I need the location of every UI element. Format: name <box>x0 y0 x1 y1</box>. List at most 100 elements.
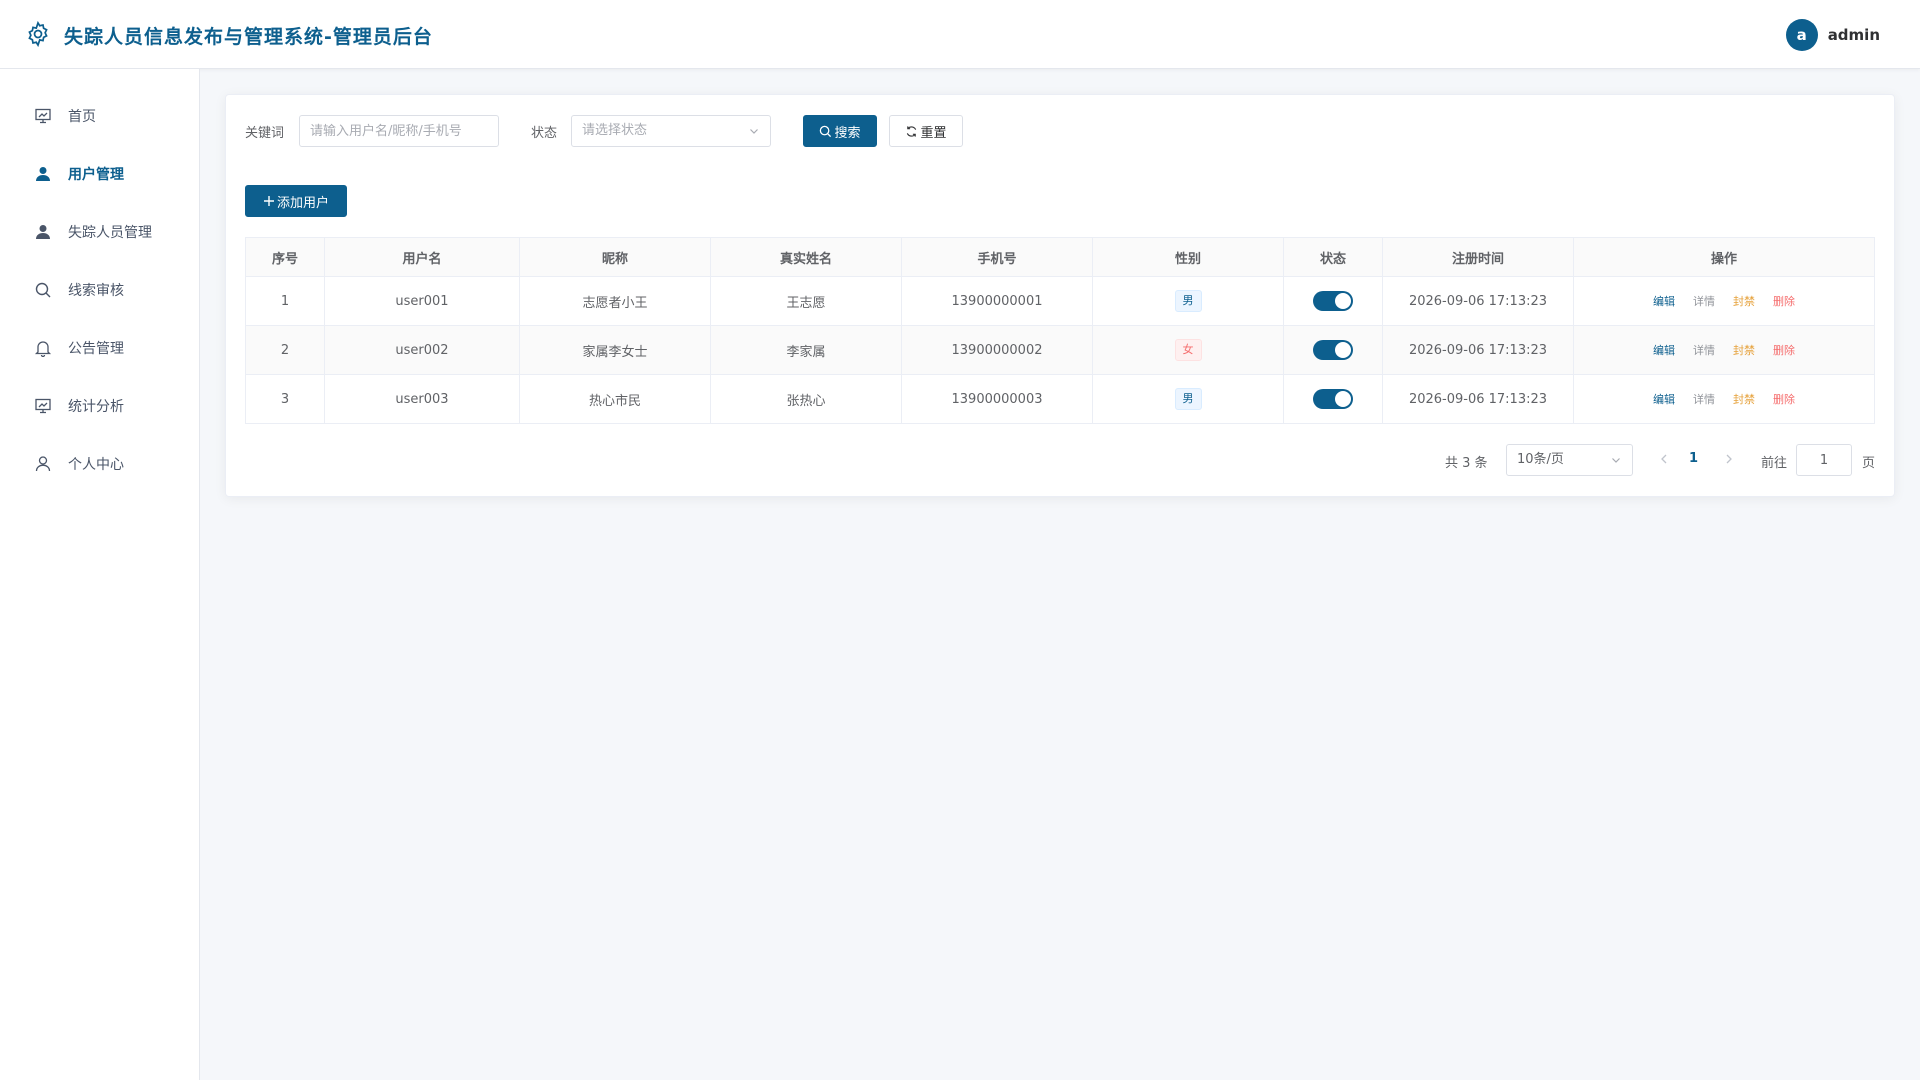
page-size-value: 10条/页 <box>1517 452 1564 467</box>
refresh-icon <box>907 125 917 137</box>
bell-icon <box>34 341 52 357</box>
cell-status <box>1284 326 1383 374</box>
column-header: 用户名 <box>325 238 520 276</box>
sidebar-item-statistics[interactable]: 统计分析 <box>0 382 199 430</box>
user-table: 序号 用户名 昵称 真实姓名 手机号 性别 状态 注册时间 操作 1 user0… <box>245 237 1875 424</box>
status-select-placeholder: 请选择状态 <box>582 123 648 138</box>
column-header: 性别 <box>1093 238 1284 276</box>
cell-phone: 13900000001 <box>902 277 1093 325</box>
column-header: 真实姓名 <box>711 238 902 276</box>
chevron-down-icon <box>750 129 758 134</box>
chevron-left-icon[interactable] <box>1657 451 1671 467</box>
column-header: 操作 <box>1710 251 1737 267</box>
reset-button[interactable]: 重置 <box>889 115 963 147</box>
goto-label: 前往 <box>1761 456 1788 471</box>
cell-username: user003 <box>325 375 520 423</box>
cell-status <box>1284 277 1383 325</box>
top-header: 失踪人员信息发布与管理系统-管理员后台 a admin <box>0 0 1920 69</box>
sidebar-item-label: 用户管理 <box>68 167 124 183</box>
detail-link[interactable]: 详情 <box>1693 293 1715 309</box>
sidebar: 首页 用户管理 失踪人员管理 线索审核 公告管理 统计分析 个人中心 <box>0 69 200 1080</box>
cell-gender: 女 <box>1093 326 1284 374</box>
cell-realname: 张热心 <box>711 375 902 423</box>
status-label: 状态 <box>531 126 558 141</box>
edit-link[interactable]: 编辑 <box>1653 342 1675 358</box>
add-user-button[interactable]: 添加用户 <box>245 185 347 217</box>
sidebar-item-label: 公告管理 <box>68 341 124 357</box>
column-header: 注册时间 <box>1383 238 1574 276</box>
sidebar-item-home[interactable]: 首页 <box>0 92 199 140</box>
cell-registered: 2026-09-06 17:13:23 <box>1383 326 1574 374</box>
username[interactable]: admin <box>1828 26 1880 44</box>
delete-link[interactable]: 删除 <box>1773 342 1795 358</box>
cell-gender: 男 <box>1093 277 1284 325</box>
table-header: 序号 用户名 昵称 真实姓名 手机号 性别 状态 注册时间 操作 <box>246 238 1874 277</box>
status-toggle[interactable] <box>1313 291 1353 311</box>
column-header: 手机号 <box>902 238 1093 276</box>
chart-icon <box>35 398 51 414</box>
cell-actions: 编辑 详情 封禁 删除 <box>1574 277 1874 325</box>
plus-icon <box>263 196 274 206</box>
ban-link[interactable]: 封禁 <box>1733 391 1755 407</box>
gender-tag: 女 <box>1174 339 1202 361</box>
cell-actions: 编辑 详情 封禁 删除 <box>1574 375 1874 423</box>
cell-nickname: 志愿者小王 <box>520 277 711 325</box>
sidebar-item-label: 线索审核 <box>68 283 124 299</box>
sidebar-item-notices[interactable]: 公告管理 <box>0 324 199 372</box>
avatar[interactable]: a <box>1785 18 1818 51</box>
cell-phone: 13900000003 <box>902 375 1093 423</box>
cell-gender: 男 <box>1093 375 1284 423</box>
sidebar-item-clues[interactable]: 线索审核 <box>0 266 199 314</box>
cell-actions: 编辑 详情 封禁 删除 <box>1574 326 1874 374</box>
search-button[interactable]: 搜索 <box>803 115 877 147</box>
toggle-knob <box>1335 293 1351 309</box>
app-title: 失踪人员信息发布与管理系统-管理员后台 <box>64 26 433 48</box>
detail-link[interactable]: 详情 <box>1693 342 1715 358</box>
user-menu[interactable]: a admin <box>1785 18 1880 51</box>
person-icon <box>36 225 50 239</box>
search-icon <box>35 282 51 298</box>
chevron-right-icon[interactable] <box>1722 451 1736 467</box>
reset-button-label: 重置 <box>920 125 947 141</box>
table-row: 2 user002 家属李女士 李家属 13900000002 女 2026-0… <box>246 326 1874 375</box>
sidebar-item-label: 首页 <box>68 109 96 125</box>
page-size-select[interactable]: 10条/页 <box>1506 444 1633 476</box>
page-number-current[interactable]: 1 <box>1689 451 1698 466</box>
cell-index: 1 <box>246 277 325 325</box>
cell-nickname: 家属李女士 <box>520 326 711 374</box>
column-header: 状态 <box>1284 238 1383 276</box>
status-toggle[interactable] <box>1313 340 1353 360</box>
dashboard-icon <box>35 108 51 124</box>
sidebar-item-profile[interactable]: 个人中心 <box>0 440 199 488</box>
toggle-knob <box>1335 342 1351 358</box>
ban-link[interactable]: 封禁 <box>1733 293 1755 309</box>
edit-link[interactable]: 编辑 <box>1653 391 1675 407</box>
delete-link[interactable]: 删除 <box>1773 391 1795 407</box>
cell-registered: 2026-09-06 17:13:23 <box>1383 375 1574 423</box>
cell-index: 2 <box>246 326 325 374</box>
sidebar-item-label: 个人中心 <box>68 457 124 473</box>
search-button-label: 搜索 <box>834 125 861 141</box>
column-header: 序号 <box>246 238 325 276</box>
sidebar-item-missing-persons[interactable]: 失踪人员管理 <box>0 208 199 256</box>
sidebar-item-label: 失踪人员管理 <box>68 225 152 241</box>
cell-index: 3 <box>246 375 325 423</box>
page-suffix-label: 页 <box>1862 456 1876 471</box>
table-row: 3 user003 热心市民 张热心 13900000003 男 2026-09… <box>246 375 1874 424</box>
detail-link[interactable]: 详情 <box>1693 391 1715 407</box>
status-select[interactable]: 请选择状态 <box>571 115 771 147</box>
goto-page-input[interactable] <box>1796 444 1852 476</box>
cell-registered: 2026-09-06 17:13:23 <box>1383 277 1574 325</box>
gear-icon <box>28 21 48 47</box>
ban-link[interactable]: 封禁 <box>1733 342 1755 358</box>
table-row: 1 user001 志愿者小王 王志愿 13900000001 男 2026-0… <box>246 277 1874 326</box>
sidebar-item-users[interactable]: 用户管理 <box>0 150 199 198</box>
keyword-label: 关键词 <box>245 126 285 141</box>
keyword-input[interactable] <box>299 115 499 147</box>
delete-link[interactable]: 删除 <box>1773 293 1795 309</box>
gender-tag: 男 <box>1174 290 1202 312</box>
add-user-button-label: 添加用户 <box>276 195 329 211</box>
status-toggle[interactable] <box>1313 389 1353 409</box>
edit-link[interactable]: 编辑 <box>1653 293 1675 309</box>
column-header: 昵称 <box>520 238 711 276</box>
